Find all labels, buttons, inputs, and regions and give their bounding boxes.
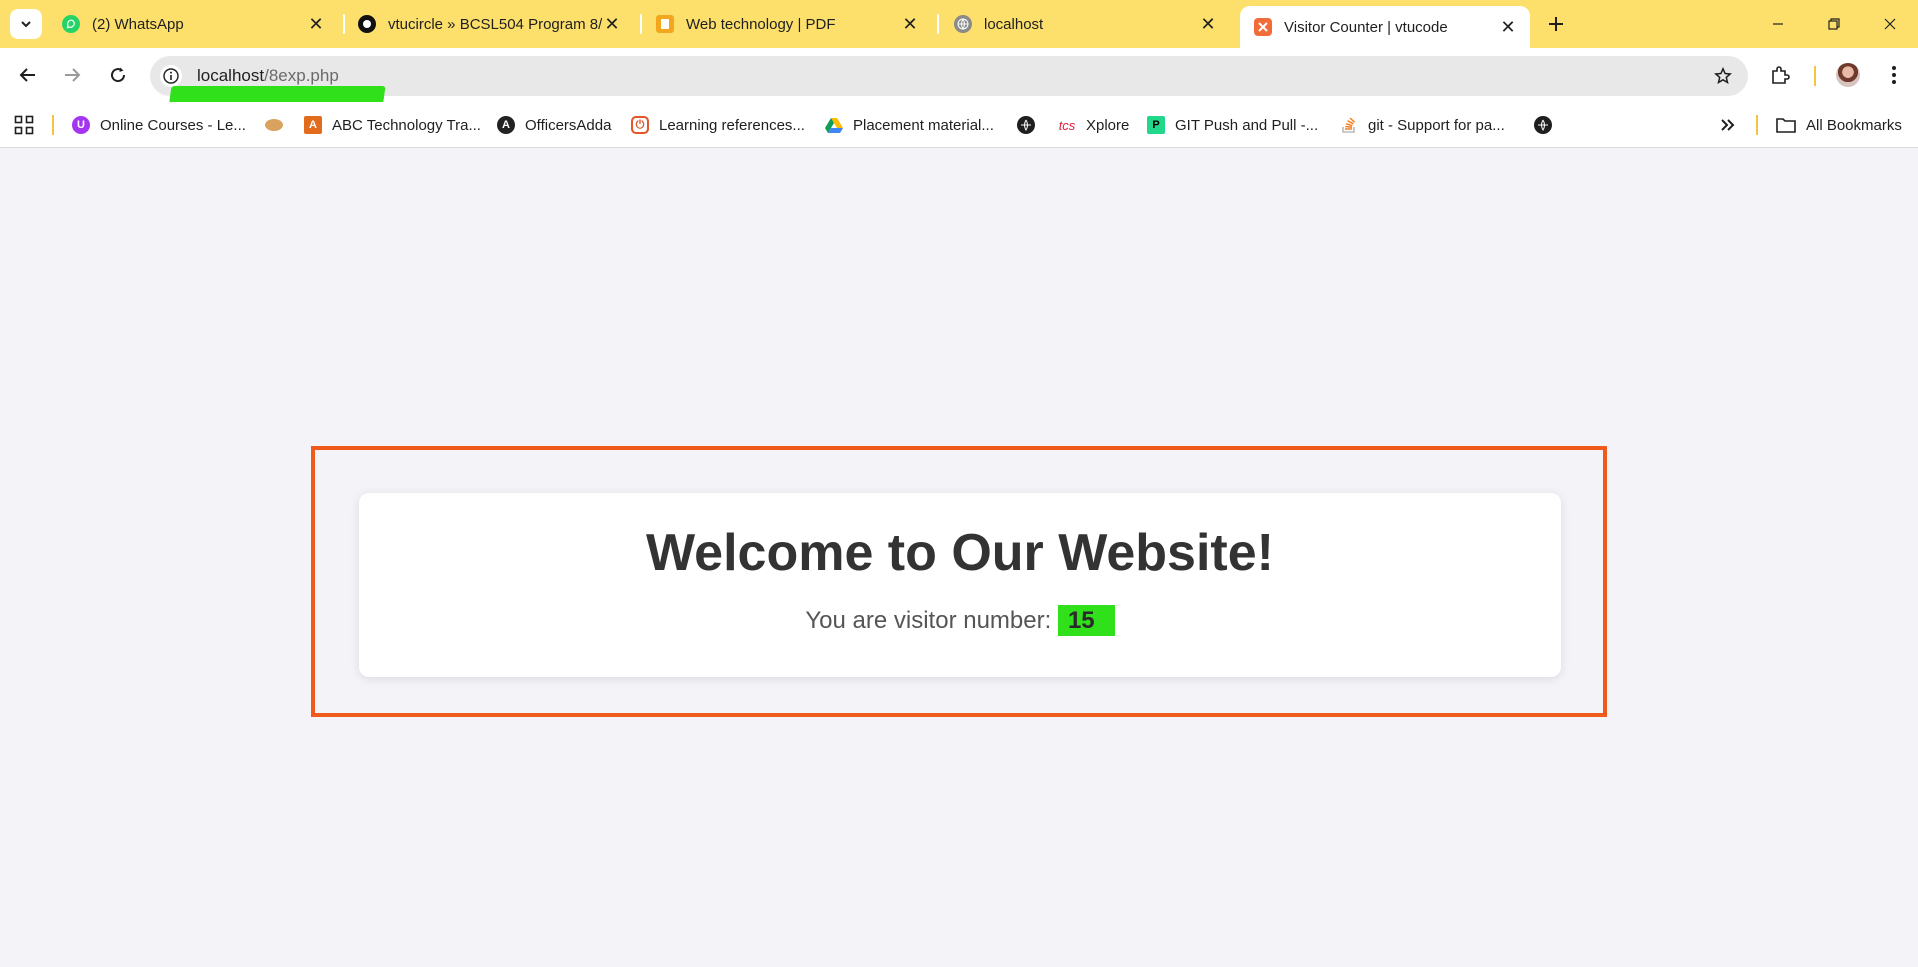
tab-vtucircle[interactable]: vtucircle » BCSL504 Program 8/ ✕ xyxy=(344,6,634,42)
more-bookmarks-button[interactable] xyxy=(1716,114,1740,136)
whatsapp-icon xyxy=(62,15,80,33)
all-bookmarks-button[interactable]: All Bookmarks xyxy=(1776,114,1902,136)
close-icon[interactable]: ✕ xyxy=(602,14,622,34)
bookmark-label: Xplore xyxy=(1086,116,1130,134)
visitor-line: You are visitor number: 15 xyxy=(359,605,1561,636)
bookmark-globe-1[interactable] xyxy=(1017,114,1045,136)
bookmarks-divider xyxy=(1756,115,1758,135)
tab-divider xyxy=(937,14,939,34)
arrow-right-icon xyxy=(65,68,81,82)
tab-title: localhost xyxy=(984,15,1044,33)
bookmarks-divider xyxy=(52,115,54,135)
tab-web-technology[interactable]: Web technology | PDF ✕ xyxy=(642,6,932,42)
officersadda-icon: A xyxy=(497,116,515,134)
bookmark-label: git - Support for pa... xyxy=(1368,116,1505,134)
tab-whatsapp[interactable]: (2) WhatsApp ✕ xyxy=(48,6,338,42)
xampp-icon xyxy=(1254,18,1272,36)
reload-button[interactable] xyxy=(102,59,134,91)
tab-title: (2) WhatsApp xyxy=(92,15,184,33)
restore-icon xyxy=(1828,18,1840,30)
tab-strip: (2) WhatsApp ✕ vtucircle » BCSL504 Progr… xyxy=(0,0,1918,56)
all-bookmarks-label: All Bookmarks xyxy=(1806,116,1902,134)
power-icon: ⏻ xyxy=(631,116,649,134)
bookmark-git-support[interactable]: git - Support for pa... xyxy=(1340,114,1505,136)
site-info-icon[interactable] xyxy=(160,65,182,87)
tab-title: Visitor Counter | vtucode xyxy=(1284,18,1448,36)
address-bar[interactable]: localhost/8exp.php xyxy=(150,56,1748,96)
browser-menu-button[interactable] xyxy=(1880,61,1908,89)
minimize-button[interactable] xyxy=(1758,8,1798,40)
minimize-icon xyxy=(1773,23,1783,25)
forward-button[interactable] xyxy=(56,59,88,91)
bookmark-label: Placement material... xyxy=(853,116,994,134)
puzzle-icon xyxy=(1772,66,1790,84)
vtucircle-icon xyxy=(358,15,376,33)
globe-icon xyxy=(1534,116,1552,134)
url-text[interactable]: localhost/8exp.php xyxy=(197,66,339,86)
globe-icon xyxy=(954,15,972,33)
close-icon[interactable]: ✕ xyxy=(1198,14,1218,34)
pycharm-icon: P xyxy=(1147,116,1165,134)
bookmark-emoji[interactable] xyxy=(265,114,293,136)
abc-icon: A xyxy=(304,116,322,134)
tab-visitor-counter[interactable]: Visitor Counter | vtucode ✕ xyxy=(1240,6,1530,48)
tab-title: Web technology | PDF xyxy=(686,15,836,33)
tab-localhost[interactable]: localhost ✕ xyxy=(940,6,1230,42)
close-icon[interactable]: ✕ xyxy=(900,14,920,34)
bookmark-star-icon[interactable] xyxy=(1712,65,1734,87)
bookmark-online-courses[interactable]: U Online Courses - Le... xyxy=(72,114,246,136)
chevron-down-icon xyxy=(21,21,31,28)
back-button[interactable] xyxy=(12,59,44,91)
visitor-count: 15 xyxy=(1057,605,1115,636)
emoji-icon xyxy=(265,119,283,131)
url-host: localhost xyxy=(197,66,265,85)
visitor-label: You are visitor number: xyxy=(805,607,1052,634)
bookmark-label: Learning references... xyxy=(659,116,805,134)
plus-icon xyxy=(1549,17,1563,31)
bookmark-label: ABC Technology Tra... xyxy=(332,116,481,134)
bookmark-label: GIT Push and Pull -... xyxy=(1175,116,1319,134)
close-icon[interactable]: ✕ xyxy=(1498,17,1518,37)
window-close-button[interactable] xyxy=(1870,8,1910,40)
bookmark-learning-references[interactable]: ⏻ Learning references... xyxy=(631,114,805,136)
bookmark-officersadda[interactable]: A OfficersAdda xyxy=(497,114,611,136)
profile-avatar[interactable] xyxy=(1836,63,1860,87)
bookmark-label: OfficersAdda xyxy=(525,116,612,134)
bookmark-abc-technology[interactable]: A ABC Technology Tra... xyxy=(304,114,481,136)
tab-search-button[interactable] xyxy=(10,9,42,39)
toolbar-divider xyxy=(1814,66,1816,86)
google-drive-icon xyxy=(825,116,843,134)
close-icon[interactable]: ✕ xyxy=(306,14,326,34)
page-title: Welcome to Our Website! xyxy=(646,524,1274,582)
close-icon xyxy=(1884,18,1896,30)
extensions-button[interactable] xyxy=(1766,61,1794,89)
apps-grid-icon[interactable] xyxy=(14,115,34,135)
double-chevron-right-icon xyxy=(1721,119,1735,131)
more-vert-icon xyxy=(1892,66,1896,84)
tab-title: vtucircle » BCSL504 Program 8/ xyxy=(388,15,602,33)
stackoverflow-icon xyxy=(1340,116,1358,134)
udemy-icon: U xyxy=(72,116,90,134)
arrow-left-icon xyxy=(19,68,35,82)
bookmark-git-push-pull[interactable]: P GIT Push and Pull -... xyxy=(1147,114,1318,136)
bookmarks-bar: U Online Courses - Le... A ABC Technolog… xyxy=(0,102,1918,148)
pdf-doc-icon xyxy=(656,15,674,33)
restore-button[interactable] xyxy=(1814,8,1854,40)
new-tab-button[interactable] xyxy=(1542,10,1570,38)
bookmark-xplore[interactable]: tcs Xplore xyxy=(1056,114,1130,136)
bookmark-label: Online Courses - Le... xyxy=(100,116,246,134)
tcs-icon: tcs xyxy=(1058,117,1076,133)
reload-icon xyxy=(111,67,126,83)
globe-icon xyxy=(1017,116,1035,134)
url-path: /8exp.php xyxy=(264,66,339,85)
visitor-counter-card: Welcome to Our Website! You are visitor … xyxy=(359,493,1561,677)
folder-icon xyxy=(1776,118,1796,133)
bookmark-placement-material[interactable]: Placement material... xyxy=(825,114,994,136)
bookmark-globe-2[interactable] xyxy=(1534,114,1562,136)
